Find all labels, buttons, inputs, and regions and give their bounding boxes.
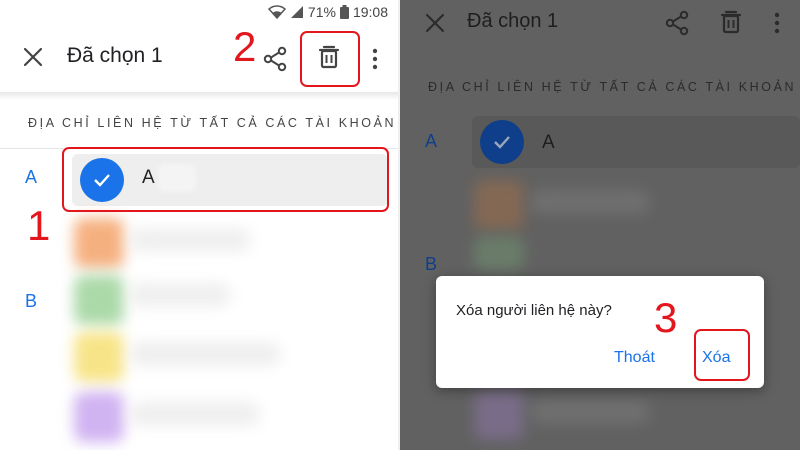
blurred-contact-avatar[interactable] — [474, 390, 524, 440]
check-icon[interactable] — [480, 120, 524, 164]
section-header: ĐỊA CHỈ LIÊN HỆ TỪ TẤT CẢ CÁC TÀI KHOẢN — [28, 116, 397, 130]
group-letter-b: B — [25, 291, 38, 311]
left-screen: 71% 19:08 Đã chọn 1 ĐỊA CHỈ LIÊN HỆ TỪ T… — [0, 0, 400, 450]
share-icon[interactable] — [664, 10, 690, 36]
share-icon[interactable] — [262, 46, 288, 72]
blurred-contact-text — [130, 402, 260, 426]
selection-title: Đã chọn 1 — [67, 44, 163, 67]
annotation-step-3: 3 — [654, 294, 678, 341]
right-screen: Đã chọn 1 ĐỊA CHỈ LIÊN HỆ TỪ TẤT CẢ CÁC … — [400, 0, 800, 450]
blurred-contact-text — [130, 342, 280, 366]
blurred-contact-avatar[interactable] — [74, 332, 124, 382]
highlight-contact — [62, 147, 389, 212]
cancel-button[interactable]: Thoát — [614, 349, 655, 367]
blurred-contact-text — [530, 400, 650, 424]
highlight-trash — [300, 31, 360, 87]
close-icon[interactable] — [424, 12, 446, 34]
trash-icon[interactable] — [717, 8, 745, 36]
annotation-step-1: 1 — [27, 202, 51, 249]
group-letter-a: A — [425, 131, 438, 151]
blurred-contact-avatar[interactable] — [74, 218, 124, 268]
more-vert-icon[interactable] — [768, 10, 786, 36]
group-letter-a: A — [25, 167, 38, 187]
section-header: ĐỊA CHỈ LIÊN HỆ TỪ TẤT CẢ CÁC TÀI KHOẢN — [428, 80, 797, 94]
dialog-message: Xóa người liên hệ này? — [456, 302, 612, 319]
blurred-contact-text — [130, 283, 230, 307]
blurred-contact-avatar[interactable] — [74, 392, 124, 442]
blurred-contact-text — [130, 228, 250, 252]
selected-contact-name: A — [542, 132, 555, 153]
highlight-delete — [694, 329, 750, 381]
group-letter-b: B — [425, 254, 438, 274]
blurred-contact-avatar[interactable] — [74, 275, 124, 325]
close-icon[interactable] — [22, 46, 44, 68]
more-vert-icon[interactable] — [366, 46, 384, 72]
selection-title: Đã chọn 1 — [467, 10, 559, 32]
annotation-step-2: 2 — [233, 23, 257, 70]
blurred-contact-text — [530, 190, 650, 214]
blurred-contact-avatar[interactable] — [474, 180, 524, 230]
blurred-contact-avatar[interactable] — [474, 236, 524, 270]
app-bar-shadow — [0, 92, 400, 100]
